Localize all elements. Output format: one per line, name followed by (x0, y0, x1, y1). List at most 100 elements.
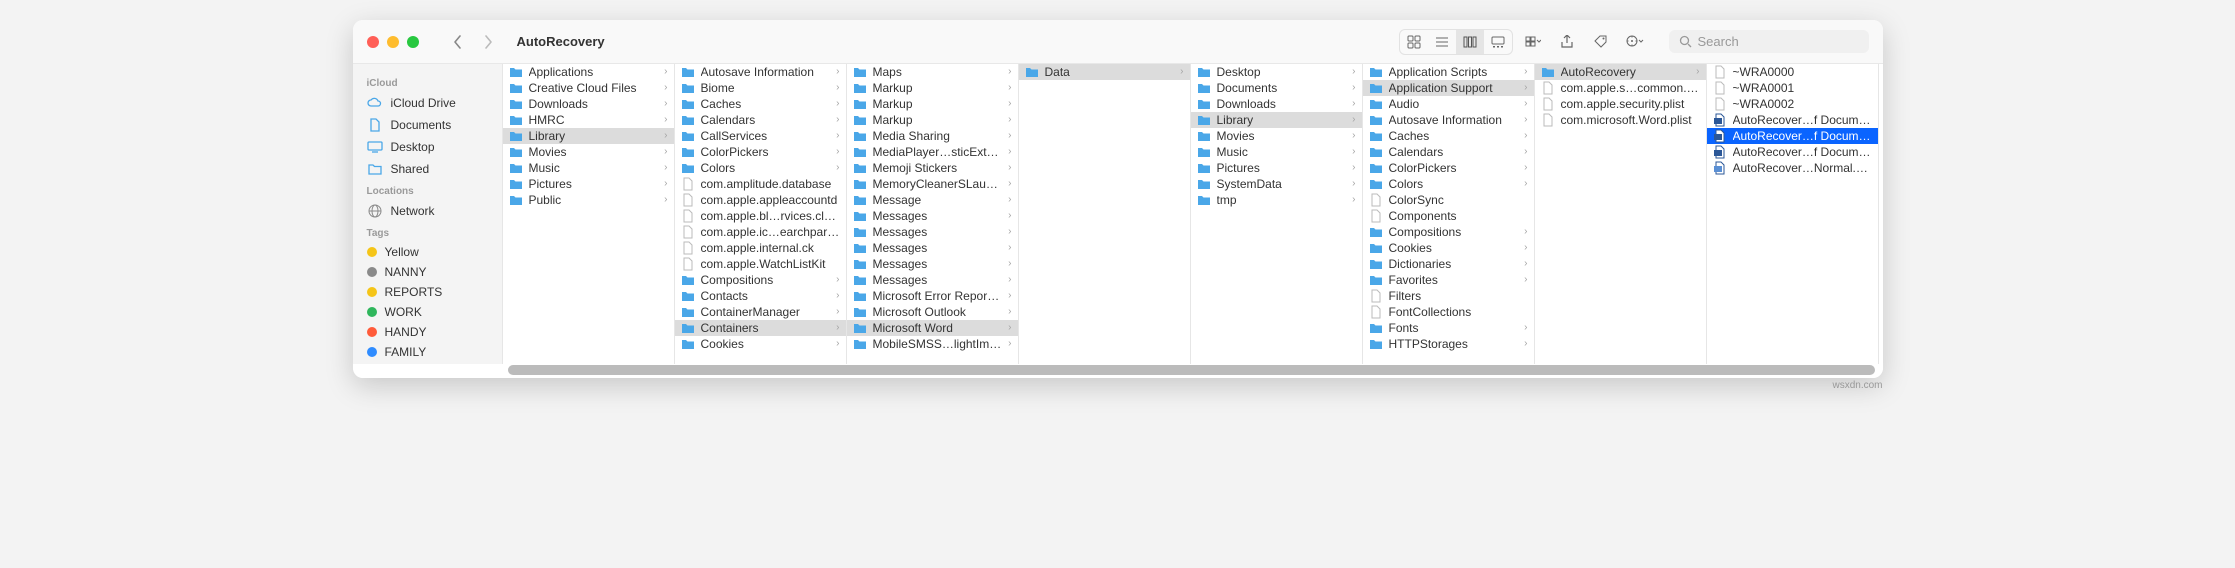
list-item[interactable]: Downloads› (503, 96, 674, 112)
list-item[interactable]: Maps› (847, 64, 1018, 80)
list-item[interactable]: Downloads› (1191, 96, 1362, 112)
list-item[interactable]: com.apple.internal.ck (675, 240, 846, 256)
list-item[interactable]: CallServices› (675, 128, 846, 144)
list-item[interactable]: AutoRecover…f Document2 (1707, 128, 1878, 144)
list-item[interactable]: HMRC› (503, 112, 674, 128)
list-item[interactable]: ~WRA0002 (1707, 96, 1878, 112)
list-item[interactable]: Documents› (1191, 80, 1362, 96)
list-item[interactable]: MobileSMSS…lightImporter› (847, 336, 1018, 352)
list-item[interactable]: Pictures› (1191, 160, 1362, 176)
list-item[interactable]: Markup› (847, 96, 1018, 112)
list-item[interactable]: ContainerManager› (675, 304, 846, 320)
sidebar-item[interactable]: HANDY (353, 322, 502, 342)
list-view-button[interactable] (1428, 30, 1456, 54)
back-button[interactable] (445, 30, 471, 54)
sidebar-item[interactable]: Shared (353, 158, 502, 180)
list-item[interactable]: Fonts› (1363, 320, 1534, 336)
list-item[interactable]: Messages› (847, 224, 1018, 240)
forward-button[interactable] (475, 30, 501, 54)
fullscreen-window-button[interactable] (407, 36, 419, 48)
list-item[interactable]: com.apple.ic…earchpartyd (675, 224, 846, 240)
list-item[interactable]: com.apple.security.plist (1535, 96, 1706, 112)
column[interactable]: Desktop›Documents›Downloads›Library›Movi… (1191, 64, 1363, 364)
list-item[interactable]: Compositions› (675, 272, 846, 288)
list-item[interactable]: ~WRA0001 (1707, 80, 1878, 96)
list-item[interactable]: com.apple.bl…rvices.cloud (675, 208, 846, 224)
share-button[interactable] (1553, 30, 1581, 54)
list-item[interactable]: Microsoft Word› (847, 320, 1018, 336)
list-item[interactable]: Messages› (847, 240, 1018, 256)
list-item[interactable]: Markup› (847, 80, 1018, 96)
sidebar-item[interactable]: Desktop (353, 136, 502, 158)
list-item[interactable]: ColorPickers› (1363, 160, 1534, 176)
list-item[interactable]: Application Support› (1363, 80, 1534, 96)
list-item[interactable]: Library› (1191, 112, 1362, 128)
list-item[interactable]: FontCollections (1363, 304, 1534, 320)
sidebar-item[interactable]: Network (353, 200, 502, 222)
close-window-button[interactable] (367, 36, 379, 48)
list-item[interactable]: Desktop› (1191, 64, 1362, 80)
list-item[interactable]: Media Sharing› (847, 128, 1018, 144)
column-view-button[interactable] (1456, 30, 1484, 54)
list-item[interactable]: Colors› (1363, 176, 1534, 192)
minimize-window-button[interactable] (387, 36, 399, 48)
column[interactable]: Maps›Markup›Markup›Markup›Media Sharing›… (847, 64, 1019, 364)
list-item[interactable]: Movies› (1191, 128, 1362, 144)
list-item[interactable]: Message› (847, 192, 1018, 208)
sidebar-item[interactable]: NANNY (353, 262, 502, 282)
list-item[interactable]: Autosave Information› (1363, 112, 1534, 128)
sidebar-item[interactable]: REPORTS (353, 282, 502, 302)
list-item[interactable]: Messages› (847, 272, 1018, 288)
list-item[interactable]: Calendars› (1363, 144, 1534, 160)
list-item[interactable]: com.apple.WatchListKit (675, 256, 846, 272)
list-item[interactable]: Favorites› (1363, 272, 1534, 288)
list-item[interactable]: com.microsoft.Word.plist (1535, 112, 1706, 128)
search-field[interactable]: Search (1669, 30, 1869, 53)
column[interactable]: Application Scripts›Application Support›… (1363, 64, 1535, 364)
group-by-button[interactable] (1519, 30, 1547, 54)
list-item[interactable]: Filters (1363, 288, 1534, 304)
list-item[interactable]: AutoRecover…f Document3 (1707, 144, 1878, 160)
list-item[interactable]: Components (1363, 208, 1534, 224)
list-item[interactable]: Applications› (503, 64, 674, 80)
list-item[interactable]: ~WRA0000 (1707, 64, 1878, 80)
list-item[interactable]: ColorSync (1363, 192, 1534, 208)
list-item[interactable]: Microsoft Outlook› (847, 304, 1018, 320)
icon-view-button[interactable] (1400, 30, 1428, 54)
column[interactable]: ~WRA0000~WRA0001~WRA0002AutoRecover…f Do… (1707, 64, 1879, 364)
list-item[interactable]: Dictionaries› (1363, 256, 1534, 272)
list-item[interactable]: AutoRecover…f Document1 (1707, 112, 1878, 128)
list-item[interactable]: Messages› (847, 256, 1018, 272)
list-item[interactable]: ColorPickers› (675, 144, 846, 160)
list-item[interactable]: Pictures› (503, 176, 674, 192)
list-item[interactable]: Caches› (1363, 128, 1534, 144)
sidebar-item[interactable]: WORK (353, 302, 502, 322)
list-item[interactable]: Movies› (503, 144, 674, 160)
list-item[interactable]: Calendars› (675, 112, 846, 128)
list-item[interactable]: com.apple.s…common.plist (1535, 80, 1706, 96)
list-item[interactable]: Autosave Information› (675, 64, 846, 80)
sidebar-item[interactable]: iCloud Drive (353, 92, 502, 114)
list-item[interactable]: Public› (503, 192, 674, 208)
list-item[interactable]: Caches› (675, 96, 846, 112)
list-item[interactable]: Colors› (675, 160, 846, 176)
list-item[interactable]: MediaPlayer…sticExtension› (847, 144, 1018, 160)
list-item[interactable]: Microsoft Error Reporting› (847, 288, 1018, 304)
list-item[interactable]: SystemData› (1191, 176, 1362, 192)
list-item[interactable]: Creative Cloud Files› (503, 80, 674, 96)
column-browser[interactable]: Applications›Creative Cloud Files›Downlo… (503, 64, 1883, 364)
gallery-view-button[interactable] (1484, 30, 1512, 54)
horizontal-scrollbar[interactable] (508, 365, 1875, 375)
list-item[interactable]: Cookies› (675, 336, 846, 352)
list-item[interactable]: Data› (1019, 64, 1190, 80)
list-item[interactable]: Music› (1191, 144, 1362, 160)
sidebar-item[interactable]: Yellow (353, 242, 502, 262)
sidebar[interactable]: iCloudiCloud DriveDocumentsDesktopShared… (353, 64, 503, 364)
list-item[interactable]: HTTPStorages› (1363, 336, 1534, 352)
list-item[interactable]: Compositions› (1363, 224, 1534, 240)
column[interactable]: Data› (1019, 64, 1191, 364)
list-item[interactable]: Music› (503, 160, 674, 176)
list-item[interactable]: Biome› (675, 80, 846, 96)
list-item[interactable]: AutoRecover…Normal.dotm (1707, 160, 1878, 176)
column[interactable]: Autosave Information›Biome›Caches›Calend… (675, 64, 847, 364)
